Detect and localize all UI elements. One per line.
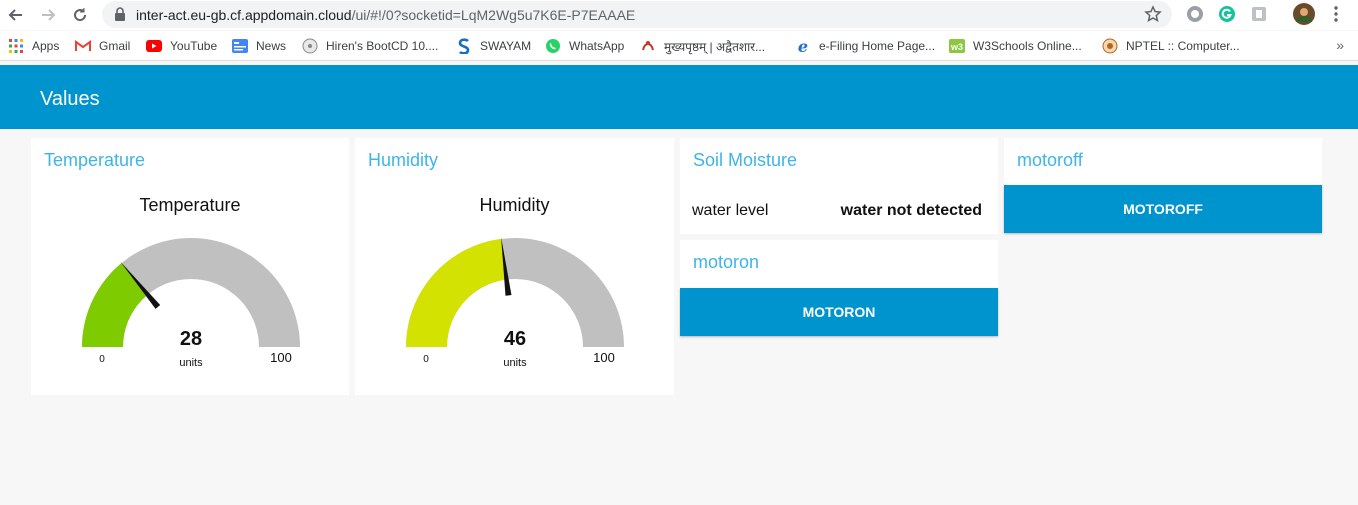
url-host: inter-act.eu-gb.cf.appdomain.cloud: [136, 7, 352, 23]
w3schools-icon: w3: [949, 38, 965, 54]
bookmark-label: News: [256, 39, 287, 53]
forward-arrow-icon: [42, 9, 56, 21]
bookmark-label: Hiren's BootCD 10....: [326, 39, 439, 53]
avatar-icon: [1293, 3, 1315, 25]
humidity-units: units: [503, 357, 527, 369]
bookmark-label: SWAYAM: [480, 39, 532, 53]
bookmark-advaita[interactable]: मुख्यपृष्ठम् | अद्वैतशार...: [640, 37, 765, 55]
bookmark-gmail[interactable]: Gmail: [75, 37, 130, 55]
whatsapp-icon: [545, 38, 561, 54]
bookmark-swayam[interactable]: SWAYAM: [456, 37, 531, 55]
lock-icon: [115, 7, 125, 21]
grammarly-icon: [1219, 6, 1235, 22]
humidity-card: Humidity Humidity 46 units 0 100: [355, 138, 674, 395]
youtube-icon: [146, 38, 162, 54]
temperature-min-label: 0: [99, 354, 105, 365]
browser-toolbar: inter-act.eu-gb.cf.appdomain.cloud/ui/#!…: [0, 0, 1358, 30]
bookmark-label: YouTube: [170, 39, 218, 53]
bookmark-star-icon[interactable]: [1144, 5, 1162, 23]
motoroff-button[interactable]: MOTOROFF: [1004, 185, 1322, 233]
reload-button[interactable]: [69, 4, 91, 26]
bookmark-w3schools[interactable]: w3 W3Schools Online...: [949, 37, 1082, 55]
bookmark-label: NPTEL :: Computer...: [1126, 39, 1240, 53]
bookmark-label: W3Schools Online...: [973, 39, 1082, 53]
bookmark-efiling[interactable]: e e-Filing Home Page...: [795, 36, 936, 56]
temperature-max-label: 100: [270, 350, 292, 365]
humidity-gauge: 46 units 0 100: [406, 236, 624, 369]
browser-menu-button[interactable]: [1326, 4, 1346, 24]
bookmarks-overflow-button[interactable]: »: [1336, 37, 1344, 53]
soil-moisture-card-title: Soil Moisture: [693, 150, 798, 170]
gmail-icon: [75, 38, 91, 54]
bookmark-label: e-Filing Home Page...: [819, 39, 936, 53]
temperature-card: Temperature Temperature 28 units 0 100: [31, 138, 349, 395]
advaita-icon: [640, 38, 656, 54]
page-title: Values: [40, 88, 100, 110]
water-level-label: water level: [692, 202, 769, 219]
bookmark-news[interactable]: News: [232, 37, 286, 55]
forward-button[interactable]: [37, 4, 59, 26]
circle-extension-icon: [1187, 6, 1203, 22]
bookmark-label: WhatsApp: [569, 39, 625, 53]
extension-square-button[interactable]: [1249, 4, 1269, 24]
bookmark-whatsapp[interactable]: WhatsApp: [545, 37, 624, 55]
motoron-card: motoron MOTORON: [680, 240, 998, 336]
temperature-gauge: 28 units 0 100: [82, 238, 300, 369]
swayam-icon: [456, 38, 472, 54]
motoron-button[interactable]: MOTORON: [680, 288, 998, 336]
water-level-value: water not detected: [840, 202, 982, 219]
temperature-value: 28: [180, 328, 202, 350]
grammarly-button[interactable]: [1217, 4, 1237, 24]
humidity-min-label: 0: [423, 354, 429, 365]
motoroff-card-title: motoroff: [1017, 150, 1083, 170]
url-text: inter-act.eu-gb.cf.appdomain.cloud/ui/#!…: [136, 7, 635, 23]
motoroff-card: motoroff MOTOROFF: [1004, 138, 1322, 233]
hirens-icon: [302, 38, 318, 54]
extension-circle-button[interactable]: [1185, 4, 1205, 24]
bookmark-hirens[interactable]: Hiren's BootCD 10....: [302, 37, 438, 55]
dashboard-header: Values: [0, 65, 1358, 129]
bookmark-label: मुख्यपृष्ठम् | अद्वैतशार...: [664, 39, 766, 54]
address-bar[interactable]: inter-act.eu-gb.cf.appdomain.cloud/ui/#!…: [102, 1, 1172, 28]
temperature-units: units: [179, 357, 203, 369]
motoron-card-title: motoron: [693, 252, 760, 272]
profile-avatar-button[interactable]: [1293, 3, 1315, 25]
kebab-menu-icon: [1334, 6, 1338, 22]
bookmark-nptel[interactable]: NPTEL :: Computer...: [1102, 37, 1240, 55]
bookmark-apps[interactable]: Apps: [8, 37, 59, 55]
apps-grid-icon: [8, 38, 24, 54]
svg-text:w3: w3: [950, 42, 963, 52]
gauge-fill: [406, 238, 507, 347]
humidity-value: 46: [504, 328, 526, 350]
square-extension-icon: [1252, 7, 1266, 21]
bookmark-label: Apps: [32, 39, 60, 53]
bookmark-label: Gmail: [99, 39, 131, 53]
ie-icon: e: [797, 36, 809, 56]
bookmarks-bar: Apps Gmail YouTube News Hiren's BootCD 1…: [0, 31, 1358, 61]
nptel-icon: [1102, 38, 1118, 54]
bookmark-youtube[interactable]: YouTube: [146, 37, 217, 55]
back-arrow-icon: [8, 9, 22, 21]
humidity-max-label: 100: [593, 350, 615, 365]
reload-icon: [74, 8, 87, 22]
url-path: /ui/#!/0?socketid=LqM2Wg5u7K6E-P7EAAAE: [351, 7, 636, 23]
news-icon: [232, 38, 248, 54]
soil-moisture-card: Soil Moisture water level water not dete…: [680, 138, 998, 234]
back-button[interactable]: [5, 4, 27, 26]
